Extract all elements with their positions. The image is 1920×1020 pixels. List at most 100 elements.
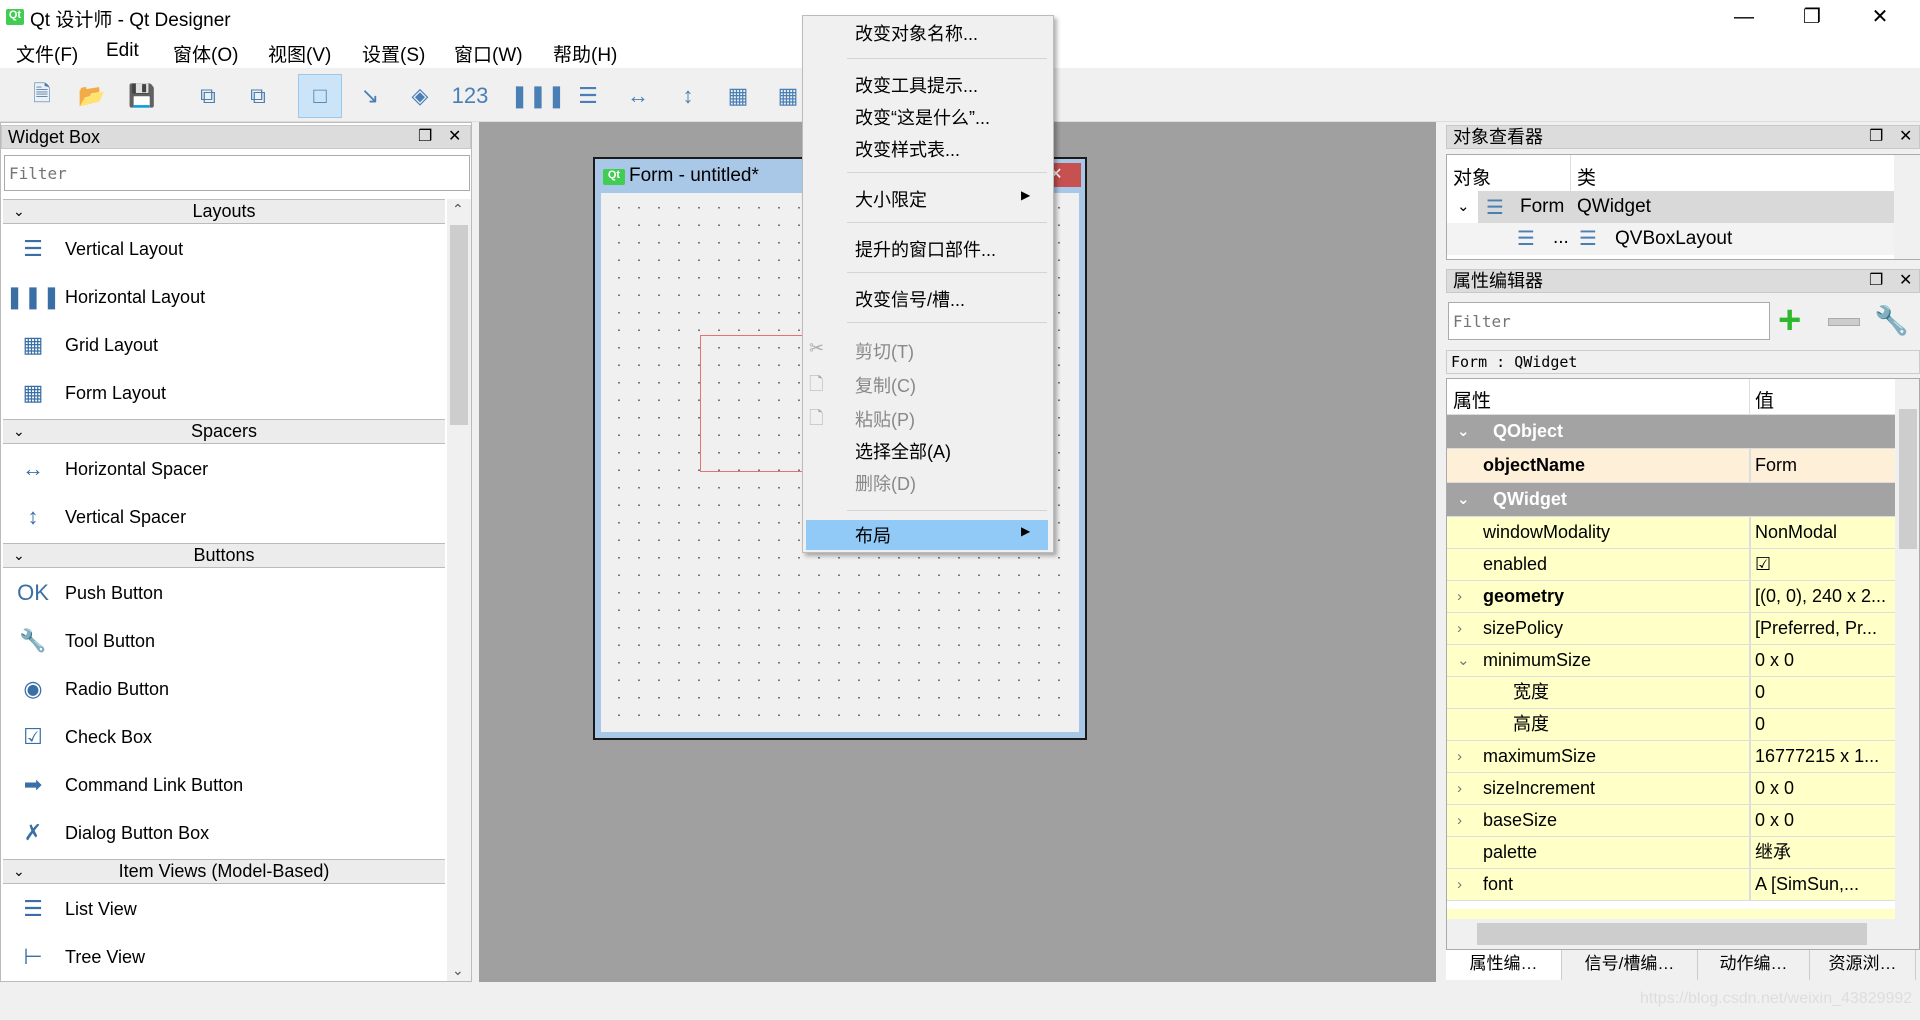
layout-grid-icon[interactable]: ▦ — [716, 74, 760, 118]
property-row[interactable]: enabled ☑ — [1447, 549, 1895, 581]
close-icon[interactable]: ✕ — [1899, 126, 1912, 148]
property-value[interactable]: [Preferred, Pr... — [1755, 613, 1895, 644]
paste-icon[interactable]: ⧉ — [236, 74, 280, 118]
context-menu-item[interactable]: 改变样式表... — [855, 136, 960, 162]
scrollbar-thumb[interactable] — [1899, 409, 1917, 549]
category-header[interactable]: ⌄ Item Views (Model-Based) — [3, 859, 445, 884]
layout-horizontal-icon[interactable]: ❚❚❚ — [510, 74, 565, 118]
tab-property-editor[interactable]: 属性编… — [1446, 950, 1562, 980]
widget-item[interactable]: ✗ Dialog Button Box — [3, 809, 445, 857]
context-menu-item[interactable]: 剪切(T) — [855, 338, 914, 364]
context-menu-item[interactable]: 布局 — [855, 522, 891, 548]
menu-view[interactable]: 视图(V) — [268, 40, 331, 67]
property-row[interactable]: objectName Form — [1447, 449, 1895, 483]
property-row[interactable]: › font A [SimSun,... — [1447, 869, 1895, 901]
widget-item[interactable]: ◉ Radio Button — [3, 665, 445, 713]
property-value[interactable]: [(0, 0), 240 x 2... — [1755, 581, 1895, 612]
property-row[interactable]: › geometry [(0, 0), 240 x 2... — [1447, 581, 1895, 613]
wrench-icon[interactable]: 🔧 — [1874, 304, 1909, 337]
layout-vertical-icon[interactable]: ☰ — [566, 74, 610, 118]
scroll-up-icon[interactable]: ⌃ — [452, 201, 464, 218]
property-group-row[interactable]: ⌄ QObject — [1447, 415, 1895, 449]
collapse-chevron-icon[interactable]: ⌄ — [1457, 197, 1470, 215]
widget-item[interactable]: ⊢ Tree View — [3, 933, 445, 981]
property-group-row[interactable]: ⌄ QWidget — [1447, 483, 1895, 517]
property-row[interactable]: 宽度 0 — [1447, 677, 1895, 709]
property-value[interactable]: 16777215 x 1... — [1755, 741, 1895, 772]
expand-chevron-icon[interactable]: › — [1457, 869, 1462, 900]
tab-resource-browser[interactable]: 资源浏… — [1810, 950, 1916, 980]
property-value[interactable]: A [SimSun,... — [1755, 869, 1895, 900]
property-value[interactable]: 0 x 0 — [1755, 773, 1895, 804]
property-row[interactable]: 高度 0 — [1447, 709, 1895, 741]
edit-tab-order-icon[interactable]: 123 — [448, 74, 492, 118]
property-vscrollbar[interactable] — [1895, 379, 1919, 919]
property-row[interactable]: ⌄ minimumSize 0 x 0 — [1447, 645, 1895, 677]
context-menu-item[interactable]: 删除(D) — [855, 470, 916, 496]
scrollbar-thumb[interactable] — [450, 225, 468, 425]
context-menu-item[interactable]: 选择全部(A) — [855, 438, 951, 464]
property-value[interactable]: 0 — [1755, 709, 1895, 740]
property-row[interactable]: › sizePolicy [Preferred, Pr... — [1447, 613, 1895, 645]
context-menu-item[interactable]: 提升的窗口部件... — [855, 236, 996, 262]
remove-property-icon[interactable] — [1828, 318, 1860, 326]
property-value[interactable]: 继承 — [1755, 837, 1895, 868]
widget-item[interactable]: 🔧 Tool Button — [3, 617, 445, 665]
widget-item[interactable]: ➡ Command Link Button — [3, 761, 445, 809]
expand-chevron-icon[interactable]: › — [1457, 773, 1462, 804]
property-hscrollbar[interactable] — [1447, 919, 1919, 949]
new-file-icon[interactable]: 🗎 — [20, 74, 64, 118]
expand-chevron-icon[interactable]: › — [1457, 613, 1462, 644]
tab-signal-slot-editor[interactable]: 信号/槽编… — [1562, 950, 1698, 980]
context-menu-item[interactable]: 大小限定 — [855, 186, 927, 212]
expand-chevron-icon[interactable]: ⌄ — [1457, 645, 1470, 676]
scrollbar-thumb[interactable] — [1477, 923, 1867, 945]
menu-file[interactable]: 文件(F) — [16, 40, 78, 67]
property-value[interactable]: ☑ — [1755, 549, 1895, 580]
edit-widgets-icon[interactable]: □ — [298, 74, 342, 118]
save-icon[interactable]: 💾 — [120, 74, 164, 118]
close-icon[interactable]: ✕ — [1899, 270, 1912, 292]
object-tree-scrollbar[interactable] — [1894, 155, 1920, 259]
property-value[interactable]: NonModal — [1755, 517, 1895, 548]
widget-item[interactable]: ☑ Check Box — [3, 713, 445, 761]
float-icon[interactable]: ❐ — [1869, 126, 1883, 148]
property-row[interactable]: › maximumSize 16777215 x 1... — [1447, 741, 1895, 773]
scroll-down-icon[interactable]: ⌄ — [452, 962, 464, 979]
edit-signals-slots-icon[interactable]: ↘ — [348, 74, 392, 118]
widget-item[interactable]: ↕ Vertical Spacer — [3, 493, 445, 541]
menu-window[interactable]: 窗口(W) — [454, 40, 523, 67]
expand-chevron-icon[interactable]: › — [1457, 741, 1462, 772]
collapse-chevron-icon[interactable]: ⌄ — [13, 860, 25, 883]
layout-v-splitter-icon[interactable]: ↕ — [666, 74, 710, 118]
property-value[interactable]: 0 x 0 — [1755, 645, 1895, 676]
category-header[interactable]: ⌄ Spacers — [3, 419, 445, 444]
menu-edit[interactable]: Edit — [106, 40, 139, 62]
context-menu-item[interactable]: 改变对象名称... — [855, 20, 978, 46]
add-property-icon[interactable]: + — [1778, 300, 1801, 340]
context-menu-item[interactable]: 粘贴(P) — [855, 406, 915, 432]
widget-box-scrollbar[interactable]: ⌃ ⌄ — [447, 199, 471, 981]
open-folder-icon[interactable]: 📂 — [70, 74, 114, 118]
collapse-chevron-icon[interactable]: ⌄ — [13, 200, 25, 223]
menu-form[interactable]: 窗体(O) — [173, 40, 238, 67]
context-menu-item[interactable]: 改变“这是什么”... — [855, 104, 990, 130]
widget-item[interactable]: OK Push Button — [3, 569, 445, 617]
expand-chevron-icon[interactable]: › — [1457, 805, 1462, 836]
menu-help[interactable]: 帮助(H) — [553, 40, 617, 67]
property-row[interactable]: palette 继承 — [1447, 837, 1895, 869]
collapse-chevron-icon[interactable]: ⌄ — [1457, 483, 1470, 516]
widget-item[interactable]: ↔ Horizontal Spacer — [3, 445, 445, 493]
collapse-chevron-icon[interactable]: ⌄ — [13, 420, 25, 443]
category-header[interactable]: ⌄ Buttons — [3, 543, 445, 568]
tree-row-form[interactable]: ☰ Form QWidget — [1478, 191, 1894, 223]
property-value[interactable]: Form — [1755, 449, 1895, 482]
property-row[interactable]: › baseSize 0 x 0 — [1447, 805, 1895, 837]
menu-settings[interactable]: 设置(S) — [362, 40, 425, 67]
layout-h-splitter-icon[interactable]: ↔ — [616, 74, 660, 118]
minimize-icon[interactable]: — — [1710, 0, 1778, 34]
context-menu-item[interactable]: 改变信号/槽... — [855, 286, 965, 312]
collapse-chevron-icon[interactable]: ⌄ — [13, 544, 25, 567]
widget-item[interactable]: ☰ List View — [3, 885, 445, 933]
edit-buddies-icon[interactable]: ◈ — [398, 74, 442, 118]
